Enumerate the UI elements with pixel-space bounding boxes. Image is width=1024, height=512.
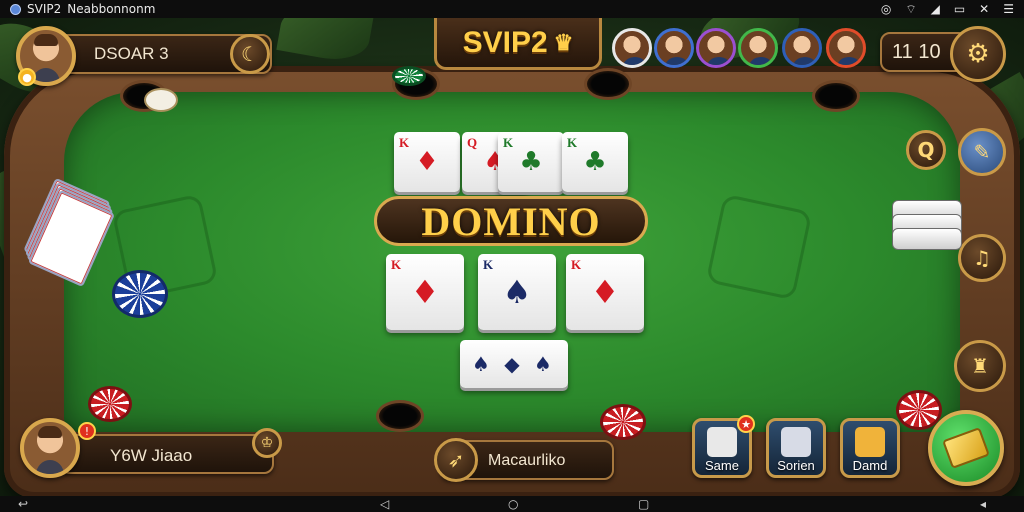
card-suit: ♦ — [410, 273, 440, 311]
music-icon[interactable]: ♫ — [958, 234, 1006, 282]
card-rank: K — [571, 257, 582, 272]
playing-card[interactable]: K ♦ — [386, 254, 464, 330]
play-tile-icon — [942, 427, 990, 469]
crown-icon: ♛ — [553, 29, 574, 55]
leaf-decoration — [276, 18, 374, 66]
bottom-card[interactable]: ♠ ◆ ♠ — [460, 340, 568, 388]
card-suit: ♠ — [502, 273, 532, 311]
opponent-avatar[interactable] — [826, 28, 866, 68]
card-rank: K — [399, 135, 410, 150]
score-text: 11 10 — [892, 41, 941, 63]
card-rank: Q — [467, 135, 478, 150]
mute-icon[interactable]: ✎ — [958, 128, 1006, 176]
screenshot-icon[interactable]: ▢ — [638, 496, 649, 512]
action-button-label: Same — [705, 458, 739, 473]
player-bottom-avatar[interactable] — [20, 418, 80, 478]
action-button[interactable]: Same ★ — [692, 415, 755, 478]
battery-icon: ▭ — [953, 2, 966, 16]
playing-card[interactable]: K ♦ — [566, 254, 644, 330]
home-icon[interactable]: ◁ — [380, 496, 389, 512]
opponent-avatar[interactable] — [654, 28, 694, 68]
game-logo: SVIP2 ♛ — [434, 18, 602, 70]
card-rank: K — [567, 135, 578, 150]
playing-card[interactable]: K ♣ — [562, 132, 628, 192]
domino-title-banner: DOMINO — [374, 196, 648, 246]
playing-card[interactable]: K ♣ — [498, 132, 564, 192]
notification-badge: ! — [78, 422, 96, 440]
status-bar: SVIP2 Neabbonnonm ◎ ⌔ ◢ ▭ ✕ ☰ — [0, 0, 1024, 18]
emoji-icon[interactable]: ☾ — [230, 34, 270, 74]
recents-icon[interactable]: ○ — [508, 496, 518, 512]
domino-tile-icon — [781, 427, 811, 457]
playing-card[interactable]: K ♦ — [394, 132, 460, 192]
felt-emblem — [705, 193, 813, 301]
app-icon — [10, 3, 21, 15]
card-suit: ♣ — [519, 147, 543, 177]
opponent-avatar[interactable] — [738, 28, 778, 68]
back-icon[interactable]: ↩ — [18, 496, 28, 512]
opponent-avatar[interactable] — [782, 28, 822, 68]
settings-gear-icon[interactable]: ⚙ — [950, 26, 1006, 82]
action-badge: ★ — [737, 415, 755, 433]
trophy-icon — [855, 427, 885, 457]
wifi-icon: ⌔ — [905, 1, 917, 16]
game-scene: ● DSOAR 3 ☾ SVIP2 ♛ 11 10 ⚙ Q ✎ ♫ ♜ K ♦ Q ♠… — [0, 18, 1024, 496]
opponent-avatar[interactable] — [612, 28, 652, 68]
action-button[interactable]: Sorien — [766, 418, 826, 478]
table-pocket — [376, 400, 424, 432]
chip-stack-blue — [112, 270, 168, 318]
volume-icon[interactable]: ◂ — [980, 496, 986, 512]
bottom-card-suit: ♠ ◆ ♠ — [472, 352, 556, 376]
table-pocket — [812, 80, 860, 112]
tournament-icon[interactable]: ♜ — [954, 340, 1006, 392]
status-app-title: SVIP2 — [27, 2, 62, 16]
close-icon[interactable]: ✕ — [979, 2, 989, 16]
dice-stack[interactable] — [892, 200, 964, 260]
logo-text: SVIP2 — [462, 25, 548, 59]
chip-red — [600, 404, 646, 440]
menu-icon[interactable]: ☰ — [1003, 2, 1014, 16]
domino-title: DOMINO — [421, 198, 601, 244]
emote-icon[interactable]: ♔ — [252, 428, 282, 458]
player-bottom-name: Y6W Jiaao — [110, 446, 193, 465]
card-suit: ♦ — [590, 273, 620, 311]
card-rank: K — [503, 135, 514, 150]
player-top-name: DSOAR 3 — [94, 44, 169, 63]
card-rank: K — [391, 257, 402, 272]
boost-icon[interactable]: ➶ — [434, 438, 478, 482]
table-pocket — [584, 68, 632, 100]
card-rank: K — [483, 257, 494, 272]
coin-icon: ● — [18, 68, 36, 86]
action-button[interactable]: Damd — [840, 418, 900, 478]
signal-icon: ◢ — [930, 2, 940, 16]
navigation-bar: ↩ ◁ ○ ▢ ◂ — [0, 496, 1024, 512]
chip-red — [88, 386, 132, 422]
status-app-subtitle: Neabbonnonm — [67, 2, 156, 16]
center-bottom-label: Macaurliko — [488, 452, 566, 469]
opponent-avatar[interactable] — [696, 28, 736, 68]
playing-card[interactable]: K ♠ — [478, 254, 556, 330]
dice-icon — [707, 427, 737, 457]
chip-white — [144, 88, 178, 112]
chip-green — [392, 66, 426, 86]
chat-icon[interactable]: Q — [906, 130, 946, 170]
alarm-icon: ◎ — [880, 2, 892, 16]
card-suit: ♦ — [415, 147, 439, 177]
card-suit: ♣ — [583, 147, 607, 177]
play-button[interactable] — [928, 410, 1004, 486]
action-button-label: Sorien — [777, 458, 815, 473]
action-button-label: Damd — [852, 458, 888, 473]
